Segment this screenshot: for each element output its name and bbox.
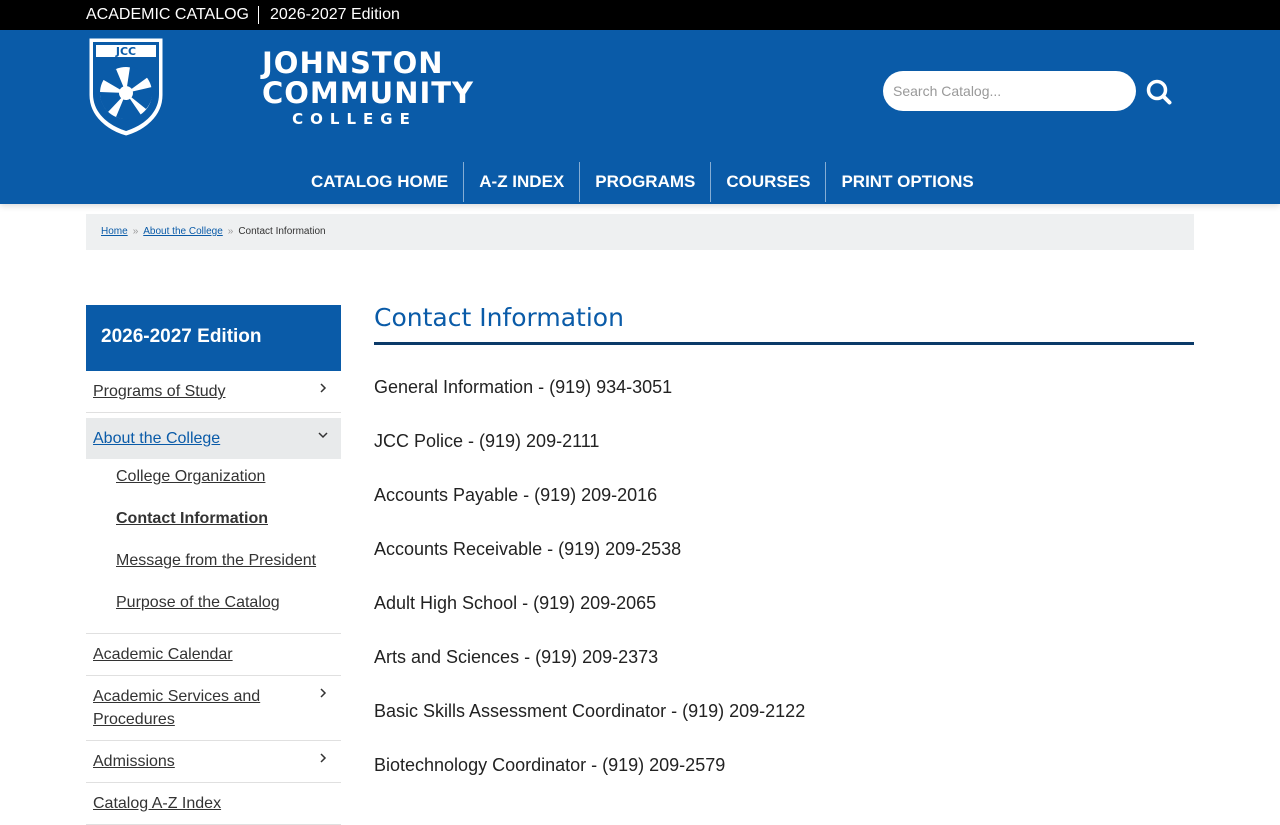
submenu-item-purpose[interactable]: Purpose of the Catalog	[116, 591, 341, 614]
svg-text:JCC: JCC	[115, 45, 136, 58]
submenu-item-contact[interactable]: Contact Information	[116, 507, 341, 530]
divider	[258, 6, 259, 24]
chevron-right-icon[interactable]	[317, 687, 329, 699]
sidebar-item-label[interactable]: About the College	[93, 430, 220, 447]
logo-line-2: COMMUNITY	[262, 76, 475, 110]
submenu-link[interactable]: Contact Information	[116, 510, 268, 527]
sidebar-item-services[interactable]: Academic Services and Procedures	[86, 676, 341, 741]
sidebar-item-label[interactable]: Programs of Study	[93, 383, 226, 400]
main-nav: CATALOG HOME A-Z INDEX PROGRAMS COURSES …	[296, 162, 989, 202]
search-input[interactable]	[883, 71, 1136, 111]
breadcrumb-current: Contact Information	[238, 226, 326, 237]
contact-entry: Biotechnology Coordinator - (919) 209-25…	[374, 755, 726, 775]
contact-entry: Accounts Payable - (919) 209-2016	[374, 485, 658, 505]
submenu-link[interactable]: Message from the President	[116, 552, 316, 569]
sidebar-item-calendar[interactable]: Academic Calendar	[86, 634, 341, 676]
submenu-item-president[interactable]: Message from the President	[116, 549, 341, 572]
breadcrumb-separator: »	[132, 226, 139, 237]
sidebar-item-label[interactable]: Admissions	[93, 753, 175, 770]
edition-label: 2026-2027 Edition	[270, 6, 400, 23]
breadcrumb-home[interactable]: Home	[101, 226, 128, 237]
sidebar-item-label[interactable]: Academic Services and Procedures	[93, 688, 260, 728]
logo-line-1: JOHNSTON	[262, 46, 444, 80]
catalog-label: ACADEMIC CATALOG	[86, 6, 249, 23]
breadcrumb-separator: »	[227, 226, 234, 237]
contact-entry: Adult High School - (919) 209-2065	[374, 593, 657, 613]
nav-az-index[interactable]: A-Z INDEX	[464, 162, 581, 202]
nav-catalog-home[interactable]: CATALOG HOME	[296, 162, 465, 202]
nav-programs[interactable]: PROGRAMS	[580, 162, 712, 202]
submenu-link[interactable]: College Organization	[116, 468, 265, 485]
search-icon	[1146, 79, 1172, 105]
sidebar-item-az-index[interactable]: Catalog A-Z Index	[86, 783, 341, 825]
site-header: JCC JOHNSTON COMMUNITY COLLEGE CATALOG H…	[0, 30, 1280, 204]
sidebar-item-about[interactable]: About the College	[86, 418, 341, 459]
submenu-link[interactable]: Purpose of the Catalog	[116, 594, 280, 611]
main-content: Contact Information General Information …	[374, 300, 1194, 778]
contact-entry: General Information - (919) 934-3051	[374, 377, 673, 397]
chevron-down-icon[interactable]	[317, 429, 329, 441]
sidebar-submenu: College Organization Contact Information…	[86, 459, 341, 634]
nav-courses[interactable]: COURSES	[711, 162, 827, 202]
sidebar-heading: 2026-2027 Edition	[86, 305, 341, 371]
contact-entry: Accounts Receivable - (919) 209-2538	[374, 539, 682, 559]
top-bar: ACADEMIC CATALOG 2026-2027 Edition	[0, 0, 1280, 30]
chevron-right-icon[interactable]	[317, 382, 329, 394]
contact-entry: Basic Skills Assessment Coordinator - (9…	[374, 701, 806, 721]
contact-entry: Arts and Sciences - (919) 209-2373	[374, 647, 659, 667]
sidebar-item-admissions[interactable]: Admissions	[86, 741, 341, 783]
logo-line-3: COLLEGE	[292, 110, 417, 128]
submenu-item-organization[interactable]: College Organization	[116, 465, 341, 488]
search-button[interactable]	[1144, 77, 1174, 107]
sidebar-item-programs[interactable]: Programs of Study	[86, 371, 341, 413]
chevron-right-icon[interactable]	[317, 752, 329, 764]
logo-wordmark: JOHNSTON COMMUNITY COLLEGE	[262, 48, 474, 128]
college-logo[interactable]: JCC JOHNSTON COMMUNITY COLLEGE	[86, 35, 473, 139]
sidebar-item-label[interactable]: Catalog A-Z Index	[93, 795, 221, 812]
breadcrumb: Home » About the College » Contact Informati…	[86, 214, 1194, 250]
sidebar-nav: 2026-2027 Edition Programs of Study Abou…	[86, 305, 341, 825]
shield-logo-icon: JCC	[88, 37, 164, 137]
page-title: Contact Information	[374, 300, 1194, 345]
breadcrumb-parent[interactable]: About the College	[143, 226, 223, 237]
nav-print-options[interactable]: PRINT OPTIONS	[826, 162, 988, 202]
contact-entry: JCC Police - (919) 209-2111	[374, 431, 600, 451]
sidebar-item-label[interactable]: Academic Calendar	[93, 646, 233, 663]
